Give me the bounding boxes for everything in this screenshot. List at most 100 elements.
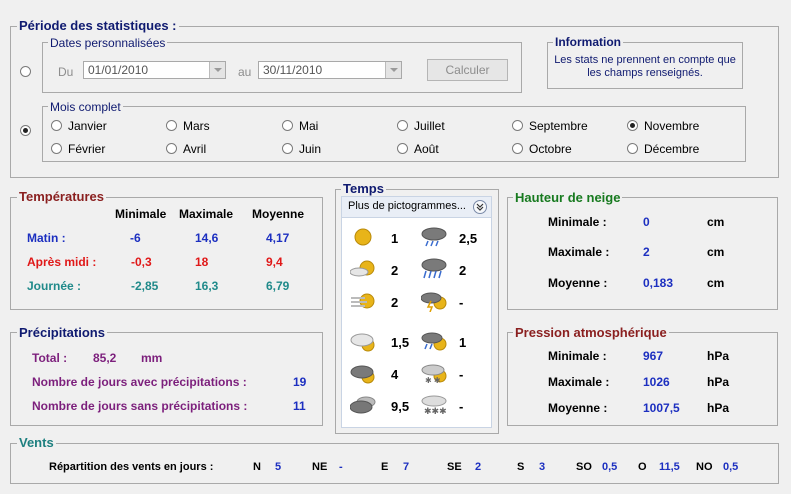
temp-row-day-label: Journée : — [27, 279, 82, 293]
pressure-value: 1026 — [643, 375, 670, 389]
snow-value: 0,183 — [643, 276, 674, 290]
temp-row-morning-label: Matin : — [27, 231, 66, 245]
snow-value: 0 — [643, 215, 650, 229]
to-date-value: 30/11/2010 — [263, 63, 323, 77]
from-label: Du — [58, 65, 74, 79]
precip-total-value: 85,2 — [93, 351, 117, 365]
month-septembre-radio[interactable] — [512, 120, 523, 131]
radio-custom-dates[interactable] — [20, 66, 31, 77]
month-avril-label[interactable]: Avril — [183, 142, 206, 156]
more-pictograms-button[interactable]: Plus de pictogrammes... — [342, 197, 491, 218]
precip-without-label: Nombre de jours sans précipitations : — [32, 399, 248, 413]
month-aout-label[interactable]: Août — [414, 142, 439, 156]
month-septembre-label[interactable]: Septembre — [529, 119, 588, 133]
info-line-1: Les stats ne prennent en compte que — [554, 54, 736, 66]
temp-row-afternoon-label: Après midi : — [27, 255, 97, 269]
info-title: Information — [553, 35, 623, 49]
temp-header-min: Minimale — [115, 207, 167, 221]
month-novembre-label[interactable]: Novembre — [644, 119, 699, 133]
from-date-input[interactable]: 01/01/2010 — [83, 61, 226, 79]
month-mai-label[interactable]: Mai — [299, 119, 318, 133]
month-avril-radio[interactable] — [166, 143, 177, 154]
weather-count: 2 — [391, 295, 399, 310]
sun-cloud-icon — [350, 260, 375, 277]
month-fevrier-radio[interactable] — [51, 143, 62, 154]
wind-value-s: 3 — [539, 461, 546, 473]
weather-count: 1 — [459, 335, 467, 350]
temp-day-avg: 6,79 — [266, 279, 290, 293]
weather-count: 1 — [391, 231, 399, 246]
custom-dates-legend: Dates personnalisées — [48, 36, 168, 50]
snow-unit: cm — [707, 245, 725, 259]
calculate-button[interactable]: Calculer — [427, 59, 508, 81]
snow-label: Moyenne : — [548, 276, 608, 290]
from-date-value: 01/01/2010 — [88, 63, 149, 77]
temp-afternoon-max: 18 — [195, 255, 209, 269]
sun-icon — [354, 228, 372, 246]
month-mai-radio[interactable] — [282, 120, 293, 131]
precip-total-unit: mm — [141, 351, 163, 365]
month-decembre-label[interactable]: Décembre — [644, 142, 699, 156]
rain-cloud-icon — [421, 227, 447, 247]
month-octobre-radio[interactable] — [512, 143, 523, 154]
wind-dir-se: SE — [447, 461, 462, 473]
svg-text:✱✱✱: ✱✱✱ — [424, 406, 447, 416]
month-fevrier-label[interactable]: Février — [68, 142, 105, 156]
month-mars-label[interactable]: Mars — [183, 119, 210, 133]
precip-without-value: 11 — [293, 399, 306, 413]
pressure-label: Maximale : — [548, 375, 610, 389]
temp-header-max: Maximale — [179, 207, 234, 221]
month-juillet-radio[interactable] — [397, 120, 408, 131]
to-date-input[interactable]: 30/11/2010 — [258, 61, 402, 79]
month-octobre-label[interactable]: Octobre — [529, 142, 572, 156]
month-mars-radio[interactable] — [166, 120, 177, 131]
thunderstorm-icon — [421, 292, 447, 312]
svg-text:✱ ✱: ✱ ✱ — [425, 376, 441, 384]
pressure-label: Minimale : — [548, 349, 607, 363]
pressure-label: Moyenne : — [548, 401, 608, 415]
period-title: Période des statistiques : — [17, 18, 179, 33]
to-date-dropdown[interactable] — [385, 62, 401, 78]
more-pictograms-label: Plus de pictogrammes... — [348, 200, 466, 212]
temp-morning-max: 14,6 — [195, 231, 219, 245]
wind-value-so: 0,5 — [602, 461, 618, 473]
month-novembre-radio[interactable] — [627, 120, 638, 131]
month-decembre-radio[interactable] — [627, 143, 638, 154]
from-date-dropdown[interactable] — [209, 62, 225, 78]
month-aout-radio[interactable] — [397, 143, 408, 154]
wind-value-ne: - — [339, 461, 343, 473]
month-frame — [42, 106, 746, 162]
weather-count: 4 — [391, 367, 399, 382]
winds-label: Répartition des vents en jours : — [49, 461, 214, 473]
wind-dir-o: O — [638, 461, 647, 473]
month-juin-label[interactable]: Juin — [299, 142, 321, 156]
snow-title: Hauteur de neige — [513, 190, 623, 205]
weather-count: - — [459, 399, 464, 414]
wind-dir-s: S — [517, 461, 525, 473]
month-juillet-label[interactable]: Juillet — [414, 119, 445, 133]
snow-unit: cm — [707, 276, 725, 290]
pressure-title: Pression atmosphérique — [513, 325, 669, 340]
temp-morning-min: -6 — [130, 231, 141, 245]
weather-count: - — [459, 367, 464, 382]
pressure-value: 1007,5 — [643, 401, 680, 415]
weather-count: 2 — [459, 263, 467, 278]
month-janvier-label[interactable]: Janvier — [68, 119, 107, 133]
month-janvier-radio[interactable] — [51, 120, 62, 131]
snow-value: 2 — [643, 245, 650, 259]
temp-header-avg: Moyenne — [252, 207, 305, 221]
radio-full-month[interactable] — [20, 125, 31, 136]
weather-count: 2,5 — [459, 231, 478, 246]
temp-afternoon-avg: 9,4 — [266, 255, 283, 269]
weather-title: Temps — [341, 181, 386, 196]
temp-morning-avg: 4,17 — [266, 231, 290, 245]
info-line-2: les champs renseignés. — [587, 67, 703, 79]
wind-dir-ne: NE — [312, 461, 328, 473]
dark-cloud-sun-icon — [350, 365, 375, 384]
pressure-value: 967 — [643, 349, 664, 363]
wind-value-no: 0,5 — [723, 461, 739, 473]
precip-total-label: Total : — [32, 351, 68, 365]
month-juin-radio[interactable] — [282, 143, 293, 154]
wind-value-e: 7 — [403, 461, 410, 473]
wind-dir-no: NO — [696, 461, 713, 473]
